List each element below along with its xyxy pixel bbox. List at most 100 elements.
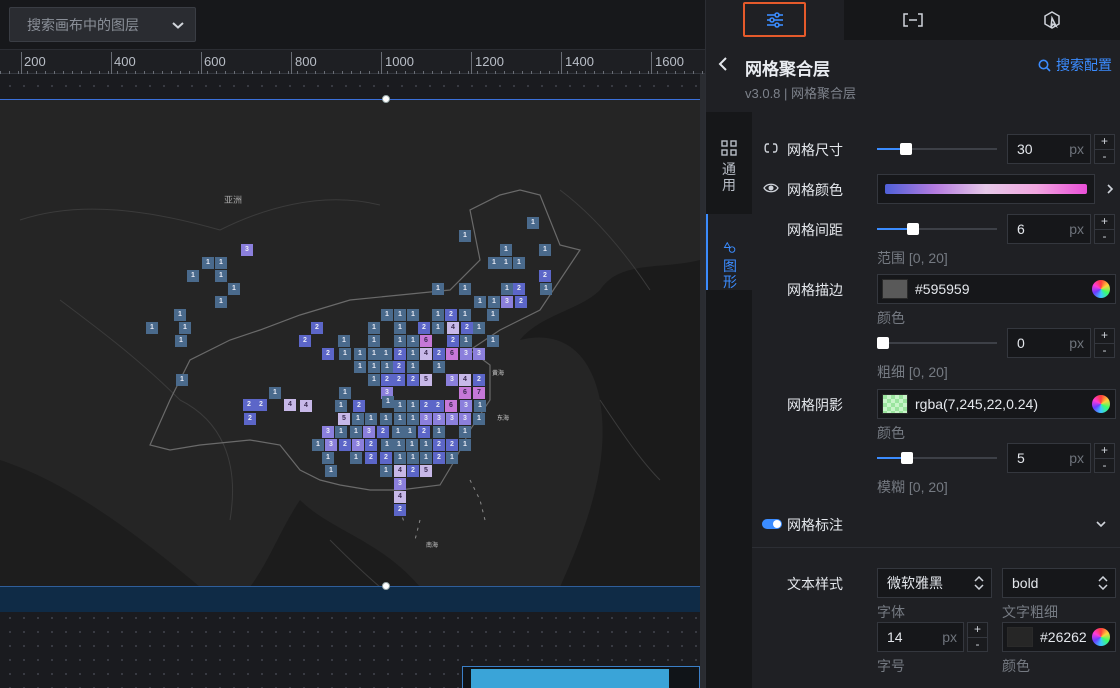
grid-color-gradient[interactable] bbox=[877, 174, 1095, 204]
grid-cell: 1 bbox=[459, 283, 471, 295]
grid-stroke-width-slider[interactable] bbox=[877, 337, 997, 349]
grid-size-input[interactable]: 30 px bbox=[1007, 134, 1091, 164]
data-bracket-icon bbox=[903, 13, 924, 27]
grid-cell: 1 bbox=[146, 322, 158, 334]
interaction-icon bbox=[1044, 11, 1060, 29]
side-tab-shape[interactable]: 图形 bbox=[706, 214, 752, 290]
grid-cell: 2 bbox=[353, 400, 365, 412]
tab-config[interactable] bbox=[706, 0, 845, 40]
map-label-south-sea: 南海 bbox=[426, 543, 439, 549]
grid-cell: 2 bbox=[461, 322, 473, 334]
grid-shadow-color-input[interactable]: rgba(7,245,22,0.24) bbox=[877, 389, 1116, 419]
grid-size-slider[interactable] bbox=[877, 143, 997, 155]
grid-stroke-color-input[interactable]: #595959 bbox=[877, 274, 1116, 304]
font-size-hint: 字号 bbox=[877, 658, 905, 674]
mini-map[interactable] bbox=[462, 666, 700, 688]
grid-label-row[interactable]: 网格标注 bbox=[752, 509, 1120, 539]
grid-stroke-stepper[interactable]: + - bbox=[1094, 328, 1115, 358]
increment-icon[interactable]: + bbox=[1095, 215, 1114, 229]
grid-cell: 3 bbox=[473, 348, 485, 360]
grid-cell: 1 bbox=[202, 257, 214, 269]
grid-cell: 1 bbox=[540, 283, 552, 295]
increment-icon[interactable]: + bbox=[1095, 135, 1114, 149]
text-style-row: 文本样式 微软雅黑 bold 字体 文字粗细 14 px + - #26262 … bbox=[752, 568, 1120, 680]
search-config-label: 搜索配置 bbox=[1056, 57, 1112, 73]
font-size-input[interactable]: 14 px bbox=[877, 622, 964, 652]
grid-label-toggle[interactable] bbox=[762, 519, 782, 529]
grid-cell: 4 bbox=[284, 399, 296, 411]
grid-cell: 3 bbox=[241, 244, 253, 256]
grid-shadow-blur-slider[interactable] bbox=[877, 452, 997, 464]
chevron-right-icon[interactable] bbox=[1106, 184, 1114, 194]
increment-icon[interactable]: + bbox=[1095, 444, 1114, 458]
grid-cell: 2 bbox=[380, 452, 392, 464]
color-picker-icon[interactable] bbox=[1092, 395, 1110, 413]
grid-cell: 2 bbox=[365, 452, 377, 464]
tab-data[interactable] bbox=[844, 0, 982, 40]
font-size-stepper[interactable]: + - bbox=[967, 622, 988, 652]
grid-gap-range-hint: 范围 [0, 20] bbox=[877, 250, 948, 266]
grid-cell: 3 bbox=[501, 296, 513, 308]
grid-shadow-blur-input[interactable]: 5 px bbox=[1007, 443, 1091, 473]
decrement-icon[interactable]: - bbox=[1095, 458, 1114, 472]
grid-gap-slider-knob[interactable] bbox=[907, 223, 919, 235]
font-family-value: 微软雅黑 bbox=[887, 575, 943, 591]
grid-stroke-slider-knob[interactable] bbox=[877, 337, 889, 349]
map-component[interactable]: 亚洲 黄海 东海 南海 1111311111112121111111321111… bbox=[0, 99, 700, 586]
tab-interaction[interactable] bbox=[983, 0, 1120, 40]
decrement-icon[interactable]: - bbox=[1095, 229, 1114, 243]
mini-map-viewport[interactable] bbox=[471, 669, 669, 688]
grid-gap-stepper[interactable]: + - bbox=[1094, 214, 1115, 244]
decrement-icon[interactable]: - bbox=[968, 637, 987, 651]
grid-gap-unit: px bbox=[1069, 221, 1084, 237]
resize-handle-top[interactable] bbox=[382, 95, 390, 103]
grid-cell: 1 bbox=[228, 283, 240, 295]
grid-cell: 3 bbox=[446, 374, 458, 386]
grid-size-stepper[interactable]: + - bbox=[1094, 134, 1115, 164]
increment-icon[interactable]: + bbox=[1095, 329, 1114, 343]
grid-cell: 1 bbox=[420, 439, 432, 451]
back-arrow-icon[interactable] bbox=[716, 56, 730, 72]
grid-cell: 1 bbox=[175, 335, 187, 347]
font-weight-select[interactable]: bold bbox=[1002, 568, 1116, 598]
side-tab-general[interactable]: 通用 bbox=[706, 140, 752, 198]
font-family-select[interactable]: 微软雅黑 bbox=[877, 568, 992, 598]
decrement-icon[interactable]: - bbox=[1095, 149, 1114, 163]
resize-handle-bottom[interactable] bbox=[382, 582, 390, 590]
color-picker-icon[interactable] bbox=[1092, 280, 1110, 298]
grid-cell: 1 bbox=[215, 257, 227, 269]
grid-cell: 1 bbox=[368, 335, 380, 347]
color-picker-icon[interactable] bbox=[1092, 628, 1110, 646]
grid-cell: 1 bbox=[176, 374, 188, 386]
grid-cell: 1 bbox=[500, 244, 512, 256]
text-color-input[interactable]: #26262 bbox=[1002, 622, 1116, 652]
grid-stroke-label: 网格描边 bbox=[787, 282, 843, 298]
grid-cell: 2 bbox=[447, 335, 459, 347]
chevron-down-icon[interactable] bbox=[1096, 520, 1106, 528]
increment-icon[interactable]: + bbox=[968, 623, 987, 637]
grid-gap-input[interactable]: 6 px bbox=[1007, 214, 1091, 244]
grid-cell: 1 bbox=[539, 244, 551, 256]
grid-shadow-blur-value: 5 bbox=[1017, 450, 1025, 466]
side-tabs: 通用 图形 bbox=[706, 112, 752, 688]
decrement-icon[interactable]: - bbox=[1095, 343, 1114, 357]
ruler-label: 800 bbox=[295, 54, 317, 69]
grid-cell: 1 bbox=[487, 309, 499, 321]
grid-cell: 1 bbox=[500, 257, 512, 269]
grid-size-slider-knob[interactable] bbox=[899, 143, 912, 155]
grid-stroke-width-hint: 粗细 [0, 20] bbox=[877, 364, 948, 380]
grid-cell: 6 bbox=[446, 348, 458, 360]
layer-search-select[interactable]: 搜索画布中的图层 bbox=[9, 7, 196, 42]
link-icon[interactable] bbox=[763, 142, 779, 154]
grid-cell: 2 bbox=[394, 504, 406, 516]
eye-icon[interactable] bbox=[763, 182, 779, 194]
grid-cell: 1 bbox=[350, 452, 362, 464]
grid-shadow-stepper[interactable]: + - bbox=[1094, 443, 1115, 473]
grid-gap-slider[interactable] bbox=[877, 223, 997, 235]
grid-cell: 2 bbox=[433, 348, 445, 360]
search-config-button[interactable]: 搜索配置 bbox=[1038, 55, 1112, 75]
grid-cell: 2 bbox=[381, 374, 393, 386]
grid-cell: 1 bbox=[322, 452, 334, 464]
grid-shadow-slider-knob[interactable] bbox=[901, 452, 913, 464]
grid-stroke-width-input[interactable]: 0 px bbox=[1007, 328, 1091, 358]
